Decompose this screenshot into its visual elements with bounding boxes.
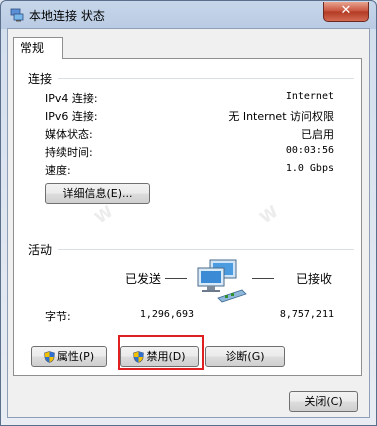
section-divider	[58, 78, 354, 79]
ipv6-label: IPv6 连接:	[45, 110, 98, 123]
disable-button-highlight	[118, 335, 204, 370]
network-icon	[10, 8, 24, 22]
received-dash	[252, 278, 274, 279]
details-button[interactable]: 详细信息(E)...	[45, 183, 150, 204]
diagnose-button[interactable]: 诊断(G)	[205, 346, 285, 367]
speed-value: 1.0 Gbps	[285, 163, 334, 174]
bytes-sent-value: 1,296,693	[139, 309, 194, 320]
connection-heading: 连接	[28, 72, 53, 86]
duration-label: 持续时间:	[45, 146, 93, 159]
properties-button[interactable]: 属性(P)	[31, 346, 107, 367]
media-state-value: 已启用	[301, 128, 334, 141]
ipv4-value: Internet	[285, 91, 334, 102]
sent-label: 已发送	[125, 272, 162, 286]
tab-general[interactable]: 常规	[13, 37, 63, 59]
uac-shield-icon	[44, 351, 55, 363]
speed-label: 速度:	[45, 164, 71, 177]
section-divider	[58, 249, 354, 250]
ipv4-label: IPv4 连接:	[45, 92, 98, 105]
close-window-button[interactable]: ✕	[323, 2, 369, 22]
duration-value: 00:03:56	[285, 145, 334, 156]
properties-button-label: 属性(P)	[56, 350, 95, 363]
window-title: 本地连接 状态	[29, 9, 105, 23]
sent-dash	[165, 278, 187, 279]
network-computers-icon	[197, 259, 247, 303]
title-bar[interactable]: 本地连接 状态 ✕	[1, 1, 376, 29]
ipv6-value: 无 Internet 访问权限	[228, 110, 334, 123]
received-label: 已接收	[296, 272, 333, 286]
close-button[interactable]: 关闭(C)	[289, 391, 358, 412]
bytes-label: 字节:	[45, 310, 71, 323]
activity-heading: 活动	[28, 243, 53, 257]
media-state-label: 媒体状态:	[45, 128, 93, 141]
bytes-received-value: 8,757,211	[279, 309, 334, 320]
